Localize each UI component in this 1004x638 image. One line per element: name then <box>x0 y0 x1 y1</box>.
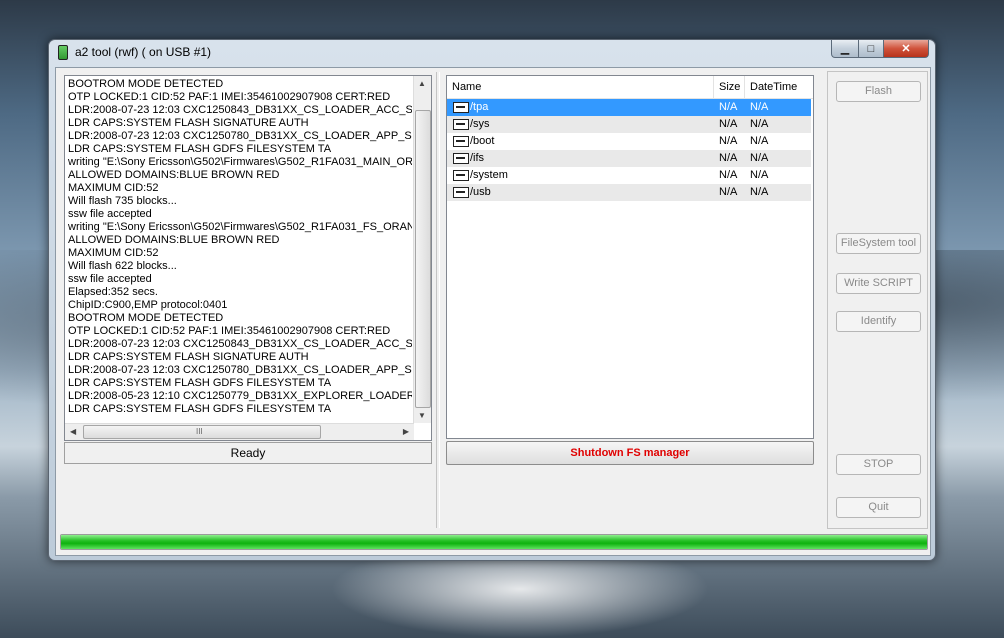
drive-icon <box>453 102 469 113</box>
flash-button[interactable]: Flash <box>836 81 921 102</box>
file-size: N/A <box>719 101 738 113</box>
column-header-size[interactable]: Size <box>714 76 745 98</box>
title-bar[interactable]: a2 tool (rwf) ( on USB #1) ▁ □ ✕ <box>49 40 935 64</box>
scroll-left-icon[interactable]: ◀ <box>70 427 76 436</box>
identify-button[interactable]: Identify <box>836 311 921 332</box>
window-title: a2 tool (rwf) ( on USB #1) <box>75 45 212 59</box>
drive-icon <box>453 153 469 164</box>
log-line: LDR CAPS:SYSTEM FLASH GDFS FILESYSTEM TA <box>68 403 332 415</box>
log-horizontal-thumb[interactable]: III <box>83 425 321 439</box>
log-line: BOOTROM MODE DETECTED <box>68 312 224 324</box>
log-line: ChipID:C900,EMP protocol:0401 <box>68 299 228 311</box>
log-lines: BOOTROM MODE DETECTED OTP LOCKED:1 CID:52… <box>68 78 412 420</box>
file-row[interactable]: /boot N/A N/A <box>447 133 811 150</box>
log-line: Elapsed:352 secs. <box>68 286 158 298</box>
file-name: /usb <box>470 186 491 198</box>
thumb-grip: III <box>196 427 203 436</box>
scroll-right-icon[interactable]: ▶ <box>403 427 409 436</box>
progress-bar <box>60 534 928 550</box>
file-row[interactable]: /sys N/A N/A <box>447 116 811 133</box>
client-area: BOOTROM MODE DETECTED OTP LOCKED:1 CID:52… <box>55 67 931 556</box>
file-list[interactable]: Name Size DateTime /tpa N/A N/A/sys N/A N/A /… <box>446 75 814 439</box>
phone-icon <box>58 45 68 60</box>
file-list-header: Name Size DateTime <box>447 76 813 99</box>
file-name: /tpa <box>470 101 489 113</box>
log-line: LDR:2008-07-23 12:03 CXC1250780_DB31XX_C… <box>68 130 412 142</box>
log-vertical-scrollbar[interactable]: ▲ ▼ <box>413 76 431 423</box>
log-line: ALLOWED DOMAINS:BLUE BROWN RED <box>68 169 280 181</box>
log-line: LDR:2008-07-23 12:03 CXC1250843_DB31XX_C… <box>68 104 412 116</box>
file-datetime: N/A <box>750 152 769 164</box>
quit-button[interactable]: Quit <box>836 497 921 518</box>
file-name: /boot <box>470 135 495 147</box>
file-row[interactable]: /usb N/A N/A <box>447 184 811 201</box>
log-line: ssw file accepted <box>68 273 152 285</box>
file-row[interactable]: /ifs N/A N/A <box>447 150 811 167</box>
log-line: LDR CAPS:SYSTEM FLASH SIGNATURE AUTH <box>68 351 309 363</box>
log-line: writing "E:\Sony Ericsson\G502\Firmwares… <box>68 156 412 168</box>
log-horizontal-scrollbar[interactable]: ◀ III ▶ <box>65 423 414 440</box>
minimize-button[interactable]: ▁ <box>831 40 859 58</box>
column-header-datetime[interactable]: DateTime <box>745 76 813 98</box>
file-row[interactable]: /system N/A N/A <box>447 167 811 184</box>
file-datetime: N/A <box>750 118 769 130</box>
caption-buttons: ▁ □ ✕ <box>831 40 929 58</box>
file-name: /ifs <box>470 152 485 164</box>
log-line: LDR CAPS:SYSTEM FLASH GDFS FILESYSTEM TA <box>68 377 332 389</box>
action-panel: Flash FileSystem tool Write SCRIPT Ident… <box>827 71 928 529</box>
log-line: OTP LOCKED:1 CID:52 PAF:1 IMEI:354610029… <box>68 91 391 103</box>
file-datetime: N/A <box>750 101 769 113</box>
log-line: LDR CAPS:SYSTEM FLASH GDFS FILESYSTEM TA <box>68 143 332 155</box>
log-line: BOOTROM MODE DETECTED <box>68 78 224 90</box>
maximize-button[interactable]: □ <box>859 40 884 58</box>
log-line: LDR:2008-07-23 12:03 CXC1250780_DB31XX_C… <box>68 364 412 376</box>
log-vertical-thumb[interactable] <box>415 110 431 408</box>
file-size: N/A <box>719 186 738 198</box>
filesystem-tool-button[interactable]: FileSystem tool <box>836 233 921 254</box>
log-line: Will flash 735 blocks... <box>68 195 177 207</box>
close-button[interactable]: ✕ <box>884 40 929 58</box>
stop-button[interactable]: STOP <box>836 454 921 475</box>
status-bar: Ready <box>64 442 432 464</box>
log-line: writing "E:\Sony Ericsson\G502\Firmwares… <box>68 221 412 233</box>
file-datetime: N/A <box>750 135 769 147</box>
drive-icon <box>453 187 469 198</box>
file-datetime: N/A <box>750 169 769 181</box>
log-line: Will flash 622 blocks... <box>68 260 177 272</box>
scroll-down-icon[interactable]: ▼ <box>418 411 426 420</box>
drive-icon <box>453 119 469 130</box>
log-line: ALLOWED DOMAINS:BLUE BROWN RED <box>68 234 280 246</box>
panel-divider <box>436 72 440 528</box>
file-size: N/A <box>719 135 738 147</box>
progress-fill <box>61 535 927 549</box>
file-row[interactable]: /tpa N/A N/A <box>447 99 811 116</box>
log-line: LDR:2008-07-23 12:03 CXC1250843_DB31XX_C… <box>68 338 412 350</box>
file-name: /system <box>470 169 508 181</box>
drive-icon <box>453 170 469 181</box>
scroll-up-icon[interactable]: ▲ <box>418 79 426 88</box>
column-header-name[interactable]: Name <box>447 76 714 98</box>
file-name: /sys <box>470 118 490 130</box>
write-script-button[interactable]: Write SCRIPT <box>836 273 921 294</box>
file-datetime: N/A <box>750 186 769 198</box>
log-line: MAXIMUM CID:52 <box>68 182 159 194</box>
log-line: LDR:2008-05-23 12:10 CXC1250779_DB31XX_E… <box>68 390 412 402</box>
log-line: OTP LOCKED:1 CID:52 PAF:1 IMEI:354610029… <box>68 325 391 337</box>
app-window: a2 tool (rwf) ( on USB #1) ▁ □ ✕ BOOTROM… <box>48 39 936 561</box>
file-size: N/A <box>719 118 738 130</box>
drive-icon <box>453 136 469 147</box>
log-line: MAXIMUM CID:52 <box>68 247 159 259</box>
file-size: N/A <box>719 169 738 181</box>
log-panel[interactable]: BOOTROM MODE DETECTED OTP LOCKED:1 CID:52… <box>64 75 432 441</box>
shutdown-fs-manager-button[interactable]: Shutdown FS manager <box>446 441 814 465</box>
file-size: N/A <box>719 152 738 164</box>
log-line: LDR CAPS:SYSTEM FLASH SIGNATURE AUTH <box>68 117 309 129</box>
log-line: ssw file accepted <box>68 208 152 220</box>
